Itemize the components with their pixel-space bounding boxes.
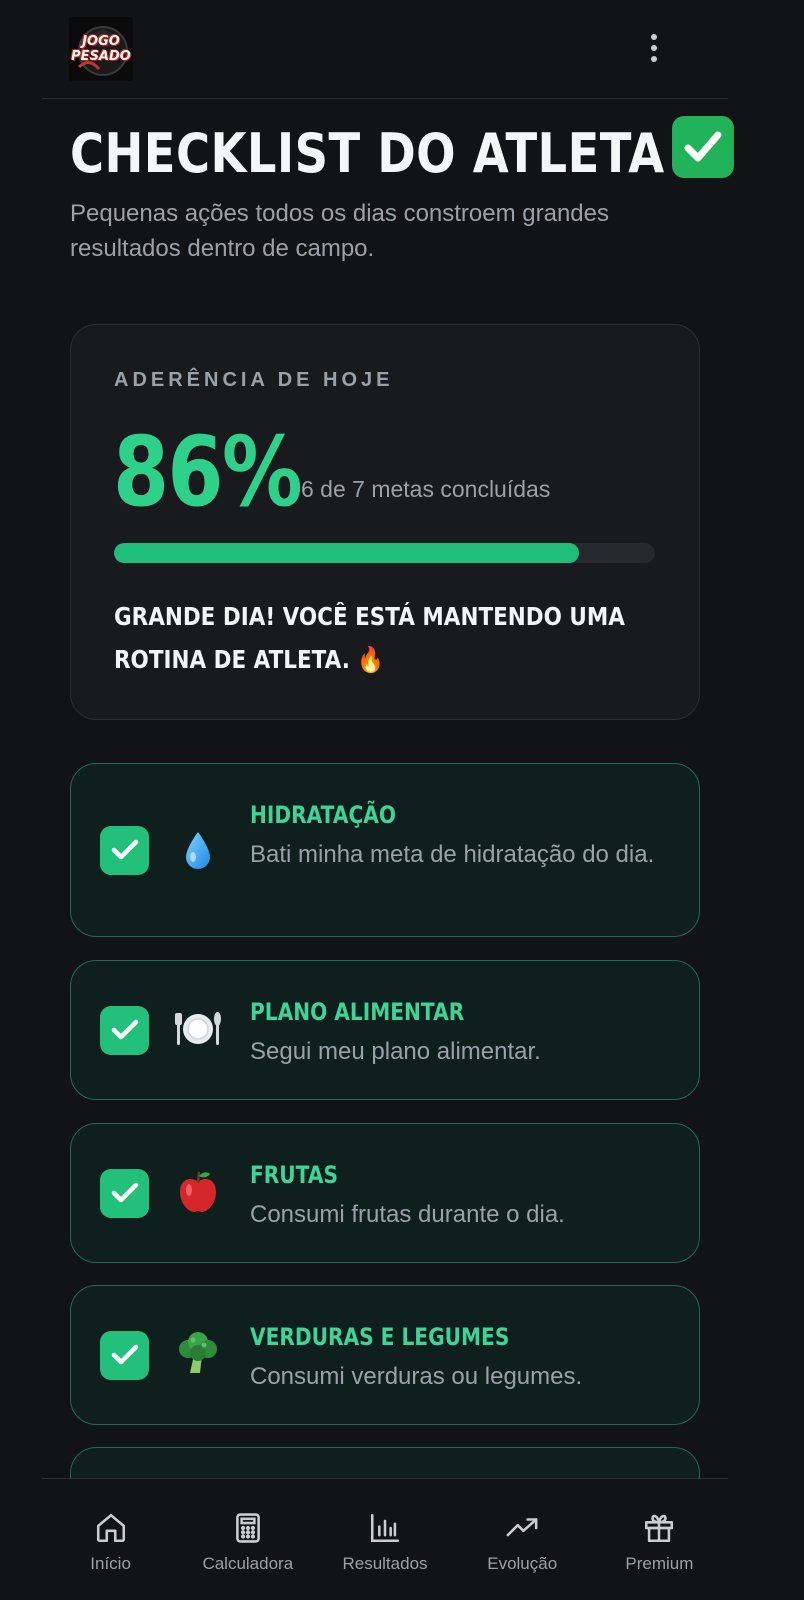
motivation-message: GRANDE DIA! VOCÊ ESTÁ MANTENDO UMA ROTIN… [114, 602, 625, 674]
top-bar: JOGO PESADO [42, 0, 728, 99]
calculator-icon [235, 1513, 260, 1543]
home-icon [96, 1513, 125, 1543]
logo-text-line1: JOGO [82, 34, 120, 49]
app-screen: JOGO PESADO CHECKLIST DO ATLETA Pequenas… [0, 0, 804, 1600]
item-title: PLANO ALIMENTAR [250, 998, 465, 1026]
apple-icon [175, 1169, 221, 1215]
item-title: FRUTAS [250, 1161, 338, 1189]
nav-item-resultados[interactable]: Resultados [316, 1479, 453, 1600]
more-vertical-icon[interactable] [638, 28, 670, 68]
goals-count: 6 de 7 metas concluídas [301, 476, 551, 502]
bar-chart-icon [370, 1513, 400, 1543]
checkbox-checked[interactable] [100, 1006, 149, 1055]
check-mark-button-icon [672, 116, 735, 178]
adherence-label: ADERÊNCIA DE HOJE [114, 369, 394, 391]
checklist-item-plano-alimentar[interactable]: PLANO ALIMENTAR Segui meu plano alimenta… [70, 960, 700, 1100]
nav-item-evolucao[interactable]: Evolução [454, 1479, 591, 1600]
bottom-navigation: Início Calculadora Resultados Evolução P… [42, 1478, 728, 1600]
app-logo[interactable]: JOGO PESADO [69, 17, 133, 81]
item-title: VERDURAS E LEGUMES [250, 1323, 510, 1351]
checkbox-checked[interactable] [100, 1169, 149, 1218]
adherence-progress-bar [114, 543, 655, 563]
item-title: HIDRATAÇÃO [250, 801, 397, 829]
trending-up-icon [506, 1518, 538, 1537]
nav-label: Calculadora [202, 1554, 294, 1573]
item-description: Bati minha meta de hidratação do dia. [250, 841, 655, 868]
page-title: CHECKLIST DO ATLETA [70, 116, 735, 187]
adherence-progress-fill [114, 543, 580, 563]
page-title-text: CHECKLIST DO ATLETA [70, 122, 665, 185]
checklist-item-verduras[interactable]: VERDURAS E LEGUMES Consumi verduras ou l… [70, 1285, 700, 1425]
nav-item-calculadora[interactable]: Calculadora [179, 1479, 316, 1600]
broccoli-icon [175, 1330, 221, 1376]
item-description: Segui meu plano alimentar. [250, 1038, 541, 1065]
nav-item-premium[interactable]: Premium [591, 1479, 728, 1600]
adherence-percent: 86% [113, 416, 303, 528]
checklist-item-hidratacao[interactable]: HIDRATAÇÃO Bati minha meta de hidratação… [70, 763, 700, 937]
gift-icon [645, 1514, 674, 1543]
item-description: Consumi frutas durante o dia. [250, 1201, 565, 1228]
nav-label: Premium [625, 1554, 694, 1573]
nav-label: Início [90, 1554, 131, 1573]
logo-text-line2: PESADO [71, 49, 131, 64]
adherence-card: ADERÊNCIA DE HOJE 86% 6 de 7 metas concl… [70, 324, 700, 720]
nav-item-inicio[interactable]: Início [42, 1479, 179, 1600]
checklist-item-frutas[interactable]: FRUTAS Consumi frutas durante o dia. [70, 1123, 700, 1263]
nav-label: Evolução [487, 1554, 558, 1573]
plate-cutlery-icon [175, 1006, 221, 1052]
water-drop-icon [175, 828, 221, 874]
checkbox-checked[interactable] [100, 826, 149, 875]
page-subtitle: Pequenas ações todos os dias constroem g… [70, 200, 610, 262]
checkbox-checked[interactable] [100, 1331, 149, 1380]
item-description: Consumi verduras ou legumes. [250, 1363, 583, 1390]
nav-label: Resultados [342, 1554, 428, 1573]
